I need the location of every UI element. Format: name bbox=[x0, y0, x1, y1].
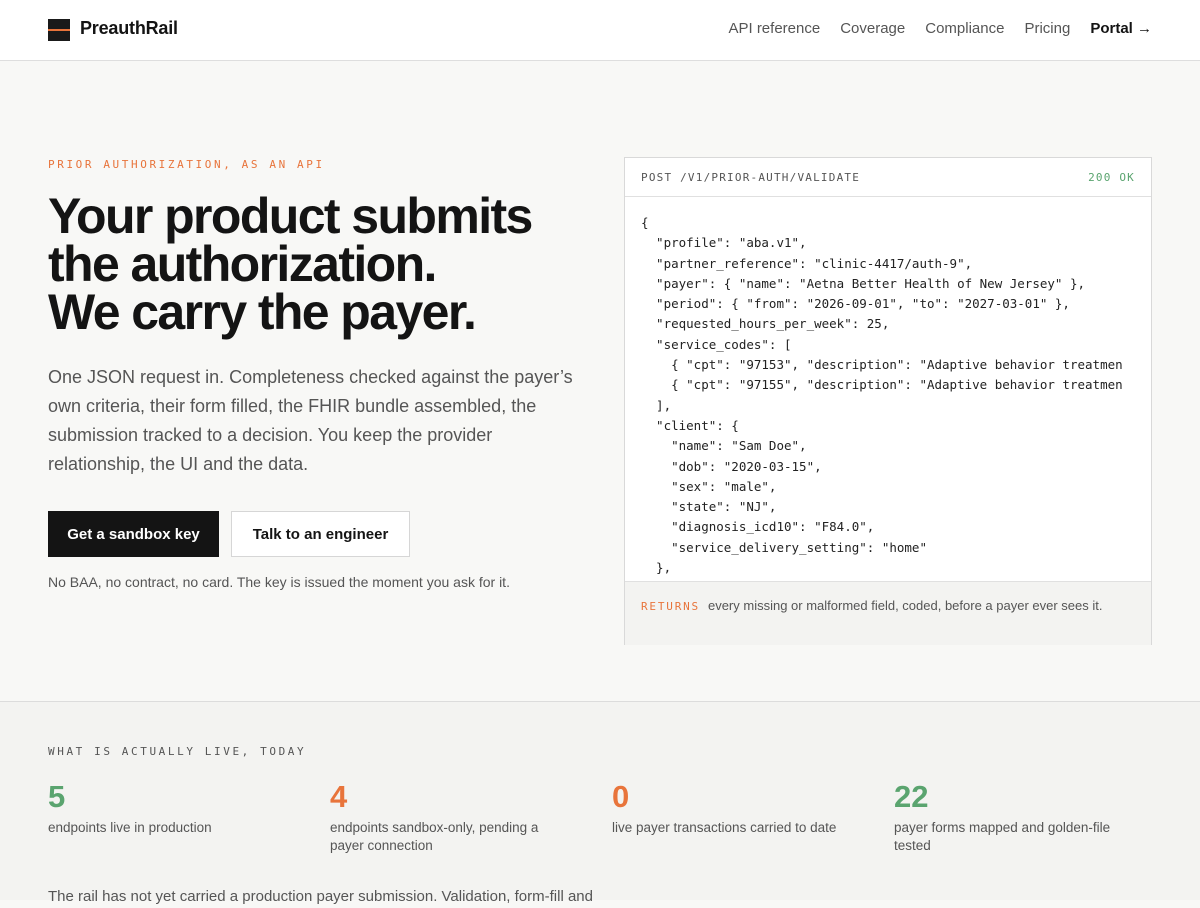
stat-value: 22 bbox=[894, 779, 929, 814]
headline-line-1: Your product submits bbox=[48, 188, 533, 244]
code-line: "sex": "male", bbox=[641, 478, 777, 494]
code-line: "payer": { "name": "Aetna Better Health … bbox=[641, 275, 1086, 291]
nav-link-coverage[interactable]: Coverage bbox=[840, 20, 905, 37]
code-sample-panel: POST /V1/PRIOR-AUTH/VALIDATE 200 OK { "p… bbox=[624, 157, 1152, 645]
hero-headline: Your product submits the authorization. … bbox=[48, 188, 608, 340]
headline-line-3: We carry the payer. bbox=[48, 284, 477, 340]
stat-value: 4 bbox=[330, 779, 348, 814]
code-line: "dob": "2020-03-15", bbox=[641, 458, 822, 474]
stat-live-transactions: 0 live payer transactions carried to dat… bbox=[612, 779, 852, 837]
code-line: }, bbox=[641, 560, 672, 576]
code-line: { "cpt": "97153", "description": "Adapti… bbox=[641, 357, 1123, 373]
code-line: "requested_hours_per_week": 25, bbox=[641, 316, 890, 332]
stat-sandbox-endpoints: 4 endpoints sandbox-only, pending a paye… bbox=[330, 779, 570, 855]
stat-label: endpoints sandbox-only, pending a payer … bbox=[330, 820, 539, 853]
stat-value: 0 bbox=[612, 779, 630, 814]
nav-link-api-reference[interactable]: API reference bbox=[728, 20, 820, 37]
top-navigation-bar: PreauthRail API reference Coverage Compl… bbox=[0, 0, 1200, 61]
nav-link-portal[interactable]: Portal → bbox=[1090, 20, 1152, 37]
main-nav: API reference Coverage Compliance Pricin… bbox=[728, 20, 1152, 37]
code-line: "partner_reference": "clinic-4417/auth-9… bbox=[641, 255, 973, 271]
live-note: The rail has not yet carried a productio… bbox=[48, 888, 593, 905]
nav-link-compliance[interactable]: Compliance bbox=[925, 20, 1004, 37]
live-eyebrow: WHAT IS ACTUALLY LIVE, TODAY bbox=[48, 745, 307, 758]
code-line: { bbox=[641, 215, 649, 230]
code-panel-header: POST /V1/PRIOR-AUTH/VALIDATE 200 OK bbox=[625, 158, 1151, 197]
get-sandbox-key-button[interactable]: Get a sandbox key bbox=[48, 511, 219, 557]
returns-text: every missing or malformed field, coded,… bbox=[707, 598, 1103, 613]
stat-label: payer forms mapped and golden-file teste… bbox=[894, 820, 1111, 853]
endpoint-label: POST /V1/PRIOR-AUTH/VALIDATE bbox=[641, 171, 861, 184]
live-status-section: WHAT IS ACTUALLY LIVE, TODAY 5 endpoints… bbox=[0, 701, 1200, 905]
brand-name[interactable]: PreauthRail bbox=[80, 18, 178, 39]
response-status: 200 OK bbox=[1088, 171, 1135, 184]
stat-value: 5 bbox=[48, 779, 66, 814]
code-line: "diagnosis_icd10": "F84.0", bbox=[641, 519, 875, 535]
code-body[interactable]: { "profile": "aba.v1", "partner_referenc… bbox=[625, 197, 1151, 581]
headline-line-2: the authorization. bbox=[48, 236, 437, 292]
stat-label: endpoints live in production bbox=[48, 820, 212, 835]
stat-production-endpoints: 5 endpoints live in production bbox=[48, 779, 288, 837]
hero-lede: One JSON request in. Completeness checke… bbox=[48, 367, 573, 474]
code-line: "profile": "aba.v1", bbox=[641, 235, 807, 251]
nav-link-pricing[interactable]: Pricing bbox=[1024, 20, 1070, 37]
code-panel-footer: RETURNS every missing or malformed field,… bbox=[625, 581, 1151, 645]
hero-eyebrow: PRIOR AUTHORIZATION, AS AN API bbox=[48, 158, 325, 171]
code-line: "name": "Sam Doe", bbox=[641, 438, 807, 454]
hero-fineprint: No BAA, no contract, no card. The key is… bbox=[48, 574, 510, 590]
code-line: ], bbox=[641, 397, 672, 413]
code-line: "client": { bbox=[641, 417, 739, 433]
talk-to-engineer-button[interactable]: Talk to an engineer bbox=[231, 511, 410, 557]
code-line: "service_codes": [ bbox=[641, 336, 792, 352]
code-line: { "cpt": "97155", "description": "Adapti… bbox=[641, 377, 1123, 393]
returns-tag: RETURNS bbox=[641, 600, 700, 613]
code-line: "service_delivery_setting": "home" bbox=[641, 539, 927, 555]
stat-payer-forms: 22 payer forms mapped and golden-file te… bbox=[894, 779, 1134, 855]
brand-logo-icon[interactable] bbox=[48, 19, 70, 41]
code-line: "period": { "from": "2026-09-01", "to": … bbox=[641, 296, 1070, 312]
stat-label: live payer transactions carried to date bbox=[612, 820, 837, 835]
code-line: "state": "NJ", bbox=[641, 499, 777, 515]
